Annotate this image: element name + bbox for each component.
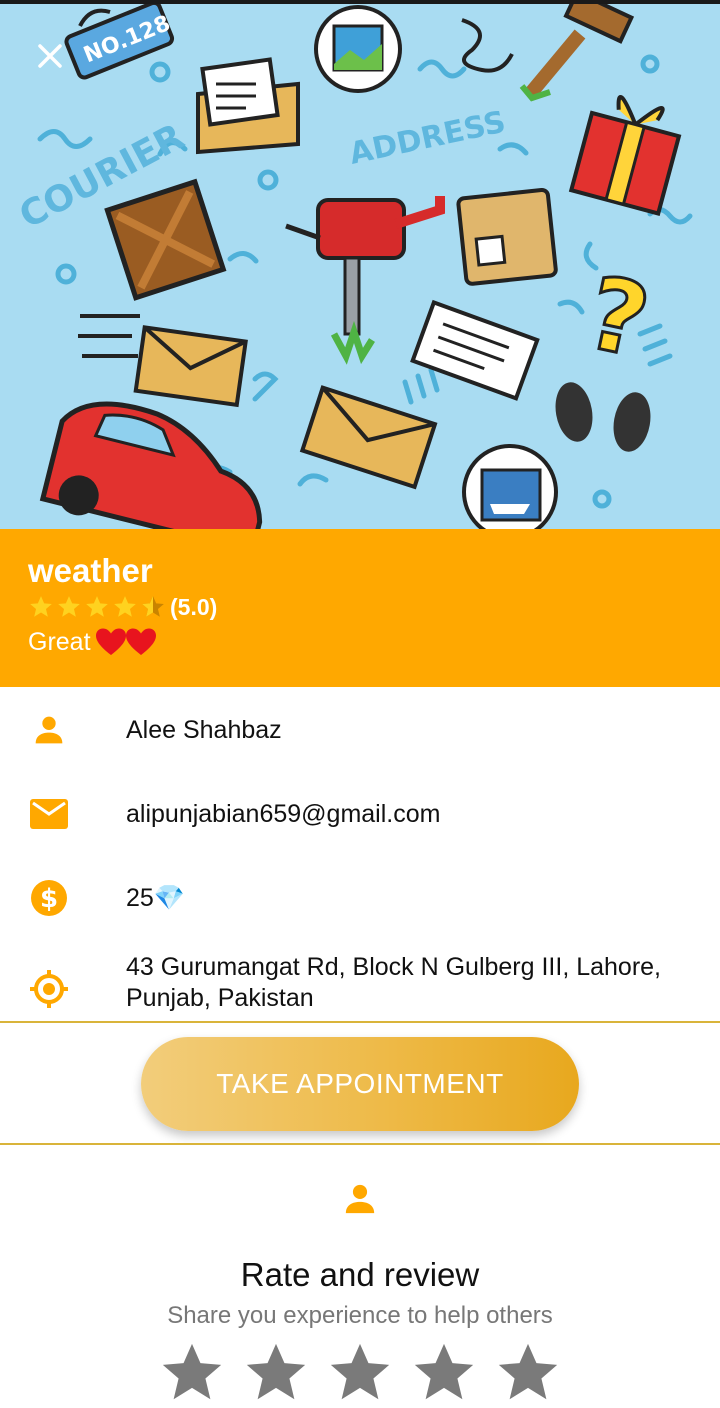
star-icon	[58, 596, 80, 617]
price-value: 25💎	[126, 883, 185, 912]
close-button[interactable]	[28, 34, 72, 78]
review-star-4[interactable]	[408, 1338, 480, 1408]
take-appointment-button[interactable]: TAKE APPOINTMENT	[141, 1037, 579, 1131]
rating-label-row: Great	[28, 625, 156, 659]
person-icon	[345, 1184, 375, 1214]
owner-email: alipunjabian659@gmail.com	[126, 799, 441, 828]
location-target-icon	[28, 968, 70, 1010]
review-star-1[interactable]	[156, 1338, 228, 1408]
star-icon	[86, 596, 108, 617]
info-row-email: alipunjabian659@gmail.com	[0, 792, 720, 836]
hearts	[95, 627, 156, 657]
half-star-icon	[142, 596, 164, 617]
svg-text:?: ?	[577, 254, 658, 381]
mail-icon	[28, 793, 70, 835]
info-row-address: 43 Gurumangat Rd, Block N Gulberg III, L…	[0, 950, 720, 1020]
info-row-price: $ 25💎	[0, 876, 720, 920]
rating-label: Great	[28, 627, 91, 656]
star-icon	[30, 596, 52, 617]
star-icon	[114, 596, 136, 617]
close-icon	[38, 44, 62, 68]
owner-name: Alee Shahbaz	[126, 715, 282, 744]
review-star-3[interactable]	[324, 1338, 396, 1408]
heart-icon	[95, 628, 126, 655]
divider-bottom	[0, 1143, 720, 1145]
review-star-rating[interactable]	[156, 1338, 576, 1408]
svg-text:$: $	[40, 884, 58, 914]
hero-illustration: COURIER ADDRESS NO.128 ?	[0, 4, 720, 529]
review-star-2[interactable]	[240, 1338, 312, 1408]
address-value: 43 Gurumangat Rd, Block N Gulberg III, L…	[126, 953, 661, 1012]
review-star-5[interactable]	[492, 1338, 564, 1408]
info-row-name: Alee Shahbaz	[0, 708, 720, 752]
divider-top	[0, 1021, 720, 1023]
heart-icon	[125, 628, 156, 655]
rating-row: (5.0)	[28, 592, 217, 622]
dollar-icon: $	[28, 877, 70, 919]
review-subtitle: Share you experience to help others	[167, 1302, 553, 1329]
illustration-address-text: ADDRESS	[346, 105, 508, 172]
review-title: Rate and review	[240, 1256, 480, 1293]
person-icon	[28, 709, 70, 751]
profile-title: weather	[28, 552, 153, 589]
rating-value: (5.0)	[170, 593, 218, 620]
